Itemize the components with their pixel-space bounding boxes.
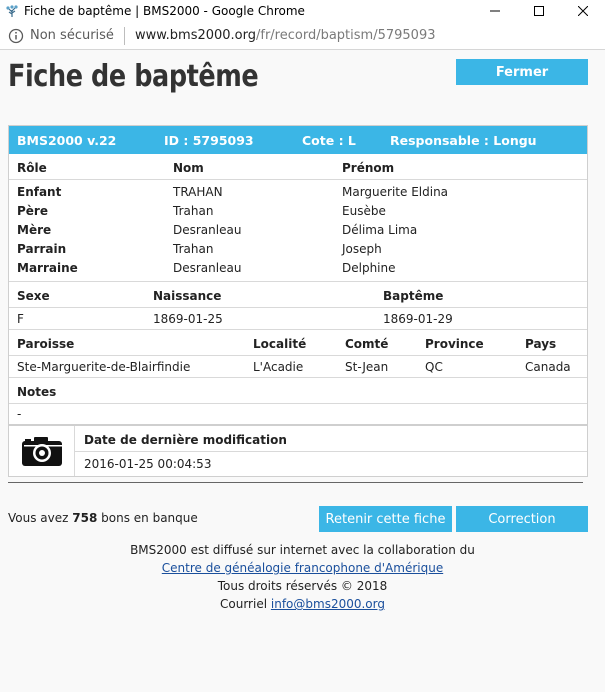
- cgfa-link[interactable]: Centre de généalogie francophone d'Améri…: [162, 561, 443, 575]
- place-value-row: Ste-Marguerite-de-Blairfindie L'Acadie S…: [9, 356, 587, 378]
- tree-favicon-icon: [4, 3, 20, 19]
- security-label[interactable]: Non sécurisé: [30, 28, 114, 43]
- col-naissance: Naissance: [153, 289, 222, 303]
- url-path[interactable]: /fr/record/baptism/5795093: [256, 28, 435, 43]
- window-title-bar: Fiche de baptême | BMS2000 - Google Chro…: [0, 0, 605, 22]
- person-role: Père: [17, 204, 48, 218]
- bank-suffix: bons en banque: [101, 511, 198, 525]
- col-province: Province: [425, 337, 484, 351]
- vital-header-row: Sexe Naissance Baptême: [9, 282, 587, 308]
- bank-balance: Vous avez 758 bons en banque: [8, 511, 198, 525]
- divider: [8, 482, 583, 483]
- close-window-button[interactable]: [561, 0, 605, 22]
- bank-prefix: Vous avez: [8, 511, 69, 525]
- record-id: ID : 5795093: [164, 133, 254, 148]
- person-role: Mère: [17, 223, 52, 237]
- col-bapteme: Baptême: [383, 289, 444, 303]
- col-nom: Nom: [173, 161, 204, 175]
- col-paroisse: Paroisse: [17, 337, 75, 351]
- record-cote: Cote : L: [302, 133, 356, 148]
- address-bar[interactable]: Non sécurisé www.bms2000.org/fr/record/b…: [0, 22, 605, 50]
- record-header: BMS2000 v.22 ID : 5795093 Cote : L Respo…: [9, 126, 587, 154]
- col-role: Rôle: [17, 161, 47, 175]
- camera-icon: [21, 437, 62, 466]
- page-content: Fiche de baptême Fermer BMS2000 v.22 ID …: [0, 51, 605, 692]
- modification-row: Date de dernière modification 2016-01-25…: [9, 426, 587, 476]
- col-localite: Localité: [253, 337, 307, 351]
- email-link[interactable]: info@bms2000.org: [271, 597, 385, 611]
- minimize-icon: [490, 10, 500, 12]
- place-header-row: Paroisse Localité Comté Province Pays: [9, 330, 587, 356]
- person-nom: Desranleau: [173, 223, 242, 237]
- sexe-value: F: [17, 312, 24, 326]
- col-sexe: Sexe: [17, 289, 50, 303]
- close-button[interactable]: Fermer: [456, 59, 588, 85]
- maximize-icon: [534, 6, 544, 16]
- notes-value-row: -: [9, 404, 587, 426]
- person-role: Marraine: [17, 261, 78, 275]
- record-card: BMS2000 v.22 ID : 5795093 Cote : L Respo…: [8, 125, 588, 477]
- footer-rights: Tous droits réservés © 2018: [217, 579, 388, 593]
- bank-count: 758: [72, 511, 98, 525]
- footer-collab: BMS2000 est diffusé sur internet avec la…: [130, 543, 475, 557]
- persons-header-row: Rôle Nom Prénom: [9, 154, 587, 180]
- paroisse-value: Ste-Marguerite-de-Blairfindie: [17, 360, 191, 374]
- record-responsable: Responsable : Longu: [390, 133, 537, 148]
- col-pays: Pays: [525, 337, 557, 351]
- vital-value-row: F 1869-01-25 1869-01-29: [9, 308, 587, 330]
- person-role: Enfant: [17, 185, 62, 199]
- modification-header: Date de dernière modification: [75, 426, 587, 452]
- modification-value: 2016-01-25 00:04:53: [84, 457, 212, 471]
- camera-cell: [9, 426, 75, 476]
- notes-label: Notes: [17, 385, 57, 399]
- person-role: Parrain: [17, 242, 67, 256]
- person-prenom: Marguerite Eldina: [342, 185, 449, 199]
- person-nom: Trahan: [173, 242, 214, 256]
- address-separator: [123, 26, 125, 45]
- col-comte: Comté: [345, 337, 389, 351]
- pays-value: Canada: [525, 360, 571, 374]
- person-nom: Desranleau: [173, 261, 242, 275]
- person-prenom: Joseph: [342, 242, 382, 256]
- naissance-value: 1869-01-25: [153, 312, 223, 326]
- modification-label: Date de dernière modification: [84, 433, 287, 447]
- bapteme-value: 1869-01-29: [383, 312, 453, 326]
- person-prenom: Délima Lima: [342, 223, 418, 237]
- info-icon[interactable]: [8, 28, 24, 44]
- notes-value: -: [17, 407, 22, 421]
- page-title: Fiche de baptême: [8, 59, 259, 94]
- person-prenom: Delphine: [342, 261, 396, 275]
- correction-button[interactable]: Correction: [456, 506, 588, 532]
- minimize-button[interactable]: [473, 0, 517, 22]
- province-value: QC: [425, 360, 443, 374]
- footer: BMS2000 est diffusé sur internet avec la…: [0, 541, 605, 613]
- url-host[interactable]: www.bms2000.org: [135, 28, 256, 43]
- person-nom: TRAHAN: [173, 185, 223, 199]
- window-title: Fiche de baptême | BMS2000 - Google Chro…: [24, 4, 305, 18]
- maximize-button[interactable]: [517, 0, 561, 22]
- localite-value: L'Acadie: [253, 360, 304, 374]
- close-icon: [578, 6, 588, 16]
- record-version: BMS2000 v.22: [17, 133, 117, 148]
- footer-email-prefix: Courriel: [220, 597, 268, 611]
- persons-table: Rôle Nom Prénom Enfant TRAHAN Marguerite…: [9, 154, 587, 282]
- col-prenom: Prénom: [342, 161, 395, 175]
- person-nom: Trahan: [173, 204, 214, 218]
- comte-value: St-Jean: [345, 360, 389, 374]
- notes-header-row: Notes: [9, 378, 587, 404]
- person-prenom: Eusèbe: [342, 204, 386, 218]
- retain-record-button[interactable]: Retenir cette fiche: [319, 506, 452, 532]
